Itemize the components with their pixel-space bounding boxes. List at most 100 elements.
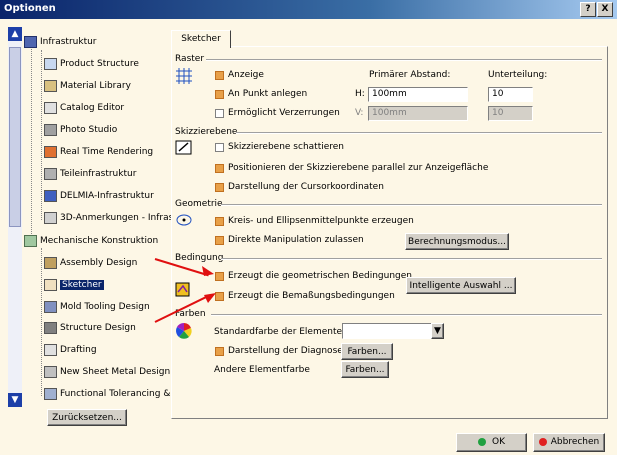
- cancel-icon: [538, 437, 547, 446]
- mechanical-design-icon: [24, 234, 37, 247]
- part-infrastructure-icon: [44, 167, 57, 180]
- v-division-input[interactable]: 10: [488, 106, 533, 121]
- tree-line: [41, 50, 42, 220]
- dim-constraints-label: Erzeugt die Bemaßungsbedingungen: [228, 291, 395, 301]
- centers-checkbox[interactable]: [215, 217, 224, 226]
- structure-design-icon: [44, 321, 57, 334]
- distort-checkbox[interactable]: [215, 109, 224, 118]
- cursor-label: Darstellung der Cursorkoordinaten: [228, 182, 384, 192]
- tree-item-mold-tooling[interactable]: Mold Tooling Design: [44, 299, 150, 315]
- group-raster-title: Raster: [175, 54, 205, 64]
- ok-icon: [478, 437, 486, 446]
- geometry-icon: [176, 214, 192, 226]
- shade-checkbox[interactable]: [215, 143, 224, 152]
- centers-label: Kreis- und Ellipsenmittelpunkte erzeugen: [228, 216, 414, 226]
- diagnose-checkbox[interactable]: [215, 347, 224, 356]
- arrowhead-icon: [202, 266, 214, 276]
- other-colors-button[interactable]: Farben...: [341, 361, 389, 378]
- smart-pick-button[interactable]: Intelligente Auswahl ...: [406, 277, 516, 294]
- tree-item-structure-design[interactable]: Structure Design: [44, 320, 136, 336]
- group-skizzierebene-title: Skizzierebene: [175, 127, 238, 137]
- tree-item-assembly-design[interactable]: Assembly Design: [44, 255, 137, 271]
- shade-label: Skizzierebene schattieren: [228, 142, 344, 152]
- scroll-up-icon[interactable]: ▲: [8, 27, 22, 41]
- arrowhead-icon: [204, 293, 216, 303]
- tree-item-material-library[interactable]: Material Library: [44, 78, 131, 94]
- distort-label: Ermöglicht Verzerrungen: [228, 108, 340, 118]
- separator: [221, 204, 602, 206]
- help-button[interactable]: ?: [580, 2, 596, 17]
- v-spacing-input[interactable]: 100mm: [368, 106, 468, 121]
- calculation-mode-button[interactable]: Berechnungsmodus...: [405, 233, 509, 250]
- 3d-annotations-icon: [44, 211, 57, 224]
- tab-sketcher[interactable]: Sketcher: [171, 30, 231, 48]
- separator: [206, 59, 602, 61]
- geo-constraints-label: Erzeugt die geometrischen Bedingungen: [228, 271, 413, 281]
- group-geometrie-title: Geometrie: [175, 199, 223, 209]
- position-checkbox[interactable]: [215, 164, 224, 173]
- diagnose-label: Darstellung der Diagnose: [228, 346, 343, 356]
- other-color-label: Andere Elementfarbe: [214, 365, 310, 375]
- mold-tooling-icon: [44, 300, 57, 313]
- primary-spacing-label: Primärer Abstand:: [369, 70, 451, 80]
- tree-item-sheet-metal[interactable]: New Sheet Metal Design: [44, 364, 170, 380]
- tree-item-delmia[interactable]: DELMIA-Infrastruktur: [44, 188, 154, 204]
- scroll-down-icon[interactable]: ▼: [8, 393, 22, 407]
- h-spacing-input[interactable]: 100mm: [368, 87, 468, 102]
- default-color-select[interactable]: [342, 323, 432, 339]
- window-title: Optionen: [4, 3, 56, 14]
- dim-constraints-checkbox[interactable]: [215, 292, 224, 301]
- functional-tolerancing-icon: [44, 387, 57, 400]
- direct-manipulation-checkbox[interactable]: [215, 236, 224, 245]
- tree-line: [41, 248, 42, 396]
- tree-item-functional-tolerancing[interactable]: Functional Tolerancing &: [44, 386, 170, 402]
- diagnose-colors-button[interactable]: Farben...: [341, 343, 393, 360]
- position-label: Positionieren der Skizzierebene parallel…: [228, 163, 489, 173]
- cancel-button[interactable]: Abbrechen: [533, 433, 605, 452]
- separator: [211, 314, 602, 316]
- scroll-thumb[interactable]: [9, 47, 21, 227]
- tree-item-drafting[interactable]: Drafting: [44, 342, 97, 358]
- tree-item-sketcher[interactable]: Sketcher: [44, 277, 104, 293]
- separator: [236, 132, 602, 134]
- h-division-input[interactable]: 10: [488, 87, 533, 102]
- tree-item-catalog-editor[interactable]: Catalog Editor: [44, 100, 124, 116]
- constraint-icon: [175, 282, 190, 297]
- anzeige-checkbox[interactable]: [215, 71, 224, 80]
- material-library-icon: [44, 79, 57, 92]
- tree-item-infrastruktur[interactable]: Infrastruktur: [24, 34, 97, 50]
- cursor-checkbox[interactable]: [215, 183, 224, 192]
- real-time-rendering-icon: [44, 145, 57, 158]
- catalog-editor-icon: [44, 101, 57, 114]
- folder-icon: [24, 35, 37, 48]
- assembly-design-icon: [44, 256, 57, 269]
- ok-button[interactable]: OK: [456, 433, 527, 452]
- division-label: Unterteilung:: [488, 70, 548, 80]
- snap-checkbox[interactable]: [215, 90, 224, 99]
- anzeige-label: Anzeige: [228, 70, 264, 80]
- tree-item-real-time-rendering[interactable]: Real Time Rendering: [44, 144, 153, 160]
- separator: [221, 258, 602, 260]
- direct-manipulation-label: Direkte Manipulation zulassen: [228, 235, 364, 245]
- product-structure-icon: [44, 57, 57, 70]
- chevron-down-icon[interactable]: ▼: [431, 323, 444, 339]
- h-label: H:: [355, 89, 365, 99]
- grid-icon: [176, 68, 192, 84]
- tree-item-teileinfrastruktur[interactable]: Teileinfrastruktur: [44, 166, 136, 182]
- tree-item-3d-annotations[interactable]: 3D-Anmerkungen - Infras: [44, 210, 173, 226]
- reset-button[interactable]: Zurücksetzen...: [47, 409, 127, 426]
- geo-constraints-checkbox[interactable]: [215, 272, 224, 281]
- tree-line: [31, 40, 32, 238]
- sketch-plane-icon: [175, 140, 192, 155]
- group-bedingung-title: Bedingung: [175, 253, 224, 263]
- default-color-label: Standardfarbe der Elemente: [214, 327, 343, 337]
- photo-studio-icon: [44, 123, 57, 136]
- snap-label: An Punkt anlegen: [228, 89, 308, 99]
- sheet-metal-icon: [44, 365, 57, 378]
- tree-scrollbar[interactable]: ▲ ▼: [8, 27, 22, 407]
- tree-item-mechanical-design[interactable]: Mechanische Konstruktion: [24, 233, 158, 249]
- close-button[interactable]: X: [597, 2, 613, 17]
- drafting-icon: [44, 343, 57, 356]
- tree-item-photo-studio[interactable]: Photo Studio: [44, 122, 117, 138]
- tree-item-product-structure[interactable]: Product Structure: [44, 56, 139, 72]
